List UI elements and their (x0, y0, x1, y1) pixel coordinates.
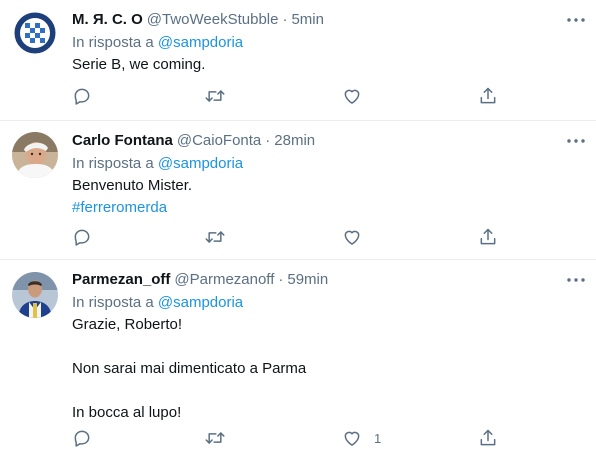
reply-feed: М. Я. С. О @TwoWeekStubble · 5min In ris… (0, 0, 596, 463)
like-button[interactable]: 1 (342, 427, 381, 449)
share-button[interactable] (478, 226, 498, 248)
user-handle[interactable]: @CaioFonta (177, 131, 261, 151)
user-handle[interactable]: @TwoWeekStubble (147, 10, 279, 30)
tweet[interactable]: Carlo Fontana @CaioFonta · 28min In risp… (0, 121, 596, 260)
like-button[interactable] (342, 226, 362, 248)
heart-icon (342, 227, 362, 247)
reply-button[interactable] (72, 85, 92, 107)
retweet-icon (204, 227, 226, 247)
retweet-icon (204, 86, 226, 106)
reply-mention-link[interactable]: @sampdoria (158, 34, 243, 51)
user-name[interactable]: М. Я. С. О (72, 10, 143, 30)
tweet-text-line (72, 336, 584, 358)
user-name[interactable]: Parmezan_off (72, 270, 170, 290)
avatar[interactable] (12, 10, 58, 56)
heart-icon (342, 86, 362, 106)
tweet-content: Carlo Fontana @CaioFonta · 28min In risp… (72, 130, 584, 219)
tweet[interactable]: М. Я. С. О @TwoWeekStubble · 5min In ris… (0, 0, 596, 121)
reply-context: In risposta a @sampdoria (72, 292, 584, 314)
reply-icon (72, 428, 92, 448)
reply-prefix: In risposta a (72, 155, 154, 172)
tweet-header: Carlo Fontana @CaioFonta · 28min (72, 130, 584, 152)
reply-context: In risposta a @sampdoria (72, 32, 584, 54)
retweet-button[interactable] (204, 226, 226, 248)
tweet-text: Benvenuto Mister. #ferreromerda (72, 175, 584, 219)
reply-icon (72, 227, 92, 247)
tweet-content: М. Я. С. О @TwoWeekStubble · 5min In ris… (72, 9, 584, 76)
tweet[interactable]: Parmezan_off @Parmezanoff · 59min In ris… (0, 260, 596, 463)
tweet-text-line (72, 380, 584, 402)
tweet-actions (72, 85, 502, 107)
user-name[interactable]: Carlo Fontana (72, 131, 173, 151)
retweet-icon (204, 428, 226, 448)
separator: · (278, 271, 284, 288)
more-icon[interactable] (566, 131, 586, 151)
timestamp[interactable]: 28min (274, 131, 315, 151)
avatar[interactable] (12, 272, 58, 318)
reply-context: In risposta a @sampdoria (72, 153, 584, 175)
tweet-text: Serie B, we coming. (72, 54, 584, 76)
tweet-content: Parmezan_off @Parmezanoff · 59min In ris… (72, 269, 584, 424)
share-icon (478, 86, 498, 106)
share-icon (478, 227, 498, 247)
reply-icon (72, 86, 92, 106)
retweet-button[interactable] (204, 85, 226, 107)
separator: · (282, 11, 288, 28)
tweet-text-line: Benvenuto Mister. (72, 177, 193, 194)
tweet-actions (72, 226, 502, 248)
tweet-text-line: Non sarai mai dimenticato a Parma (72, 360, 307, 377)
tweet-text-line: In bocca al lupo! (72, 404, 182, 421)
share-icon (478, 428, 498, 448)
tweet-text-line: Serie B, we coming. (72, 56, 206, 73)
timestamp[interactable]: 59min (287, 270, 328, 290)
more-icon[interactable] (566, 270, 586, 290)
reply-mention-link[interactable]: @sampdoria (158, 294, 243, 311)
tweet-header: М. Я. С. О @TwoWeekStubble · 5min (72, 9, 584, 31)
reply-mention-link[interactable]: @sampdoria (158, 155, 243, 172)
reply-prefix: In risposta a (72, 34, 154, 51)
timestamp[interactable]: 5min (291, 10, 324, 30)
user-handle[interactable]: @Parmezanoff (174, 270, 274, 290)
more-icon[interactable] (566, 10, 586, 30)
reply-button[interactable] (72, 427, 92, 449)
hashtag-link[interactable]: #ferreromerda (72, 197, 584, 219)
separator: · (265, 132, 271, 149)
tweet-text: Grazie, Roberto! Non sarai mai dimentica… (72, 314, 584, 424)
tweet-actions: 1 (72, 427, 502, 449)
retweet-button[interactable] (204, 427, 226, 449)
avatar[interactable] (12, 132, 58, 178)
tweet-text-line: Grazie, Roberto! (72, 316, 183, 333)
reply-prefix: In risposta a (72, 294, 154, 311)
heart-icon (342, 428, 362, 448)
reply-button[interactable] (72, 226, 92, 248)
share-button[interactable] (478, 85, 498, 107)
like-button[interactable] (342, 85, 362, 107)
share-button[interactable] (478, 427, 498, 449)
tweet-header: Parmezan_off @Parmezanoff · 59min (72, 269, 584, 291)
like-count: 1 (374, 430, 382, 446)
